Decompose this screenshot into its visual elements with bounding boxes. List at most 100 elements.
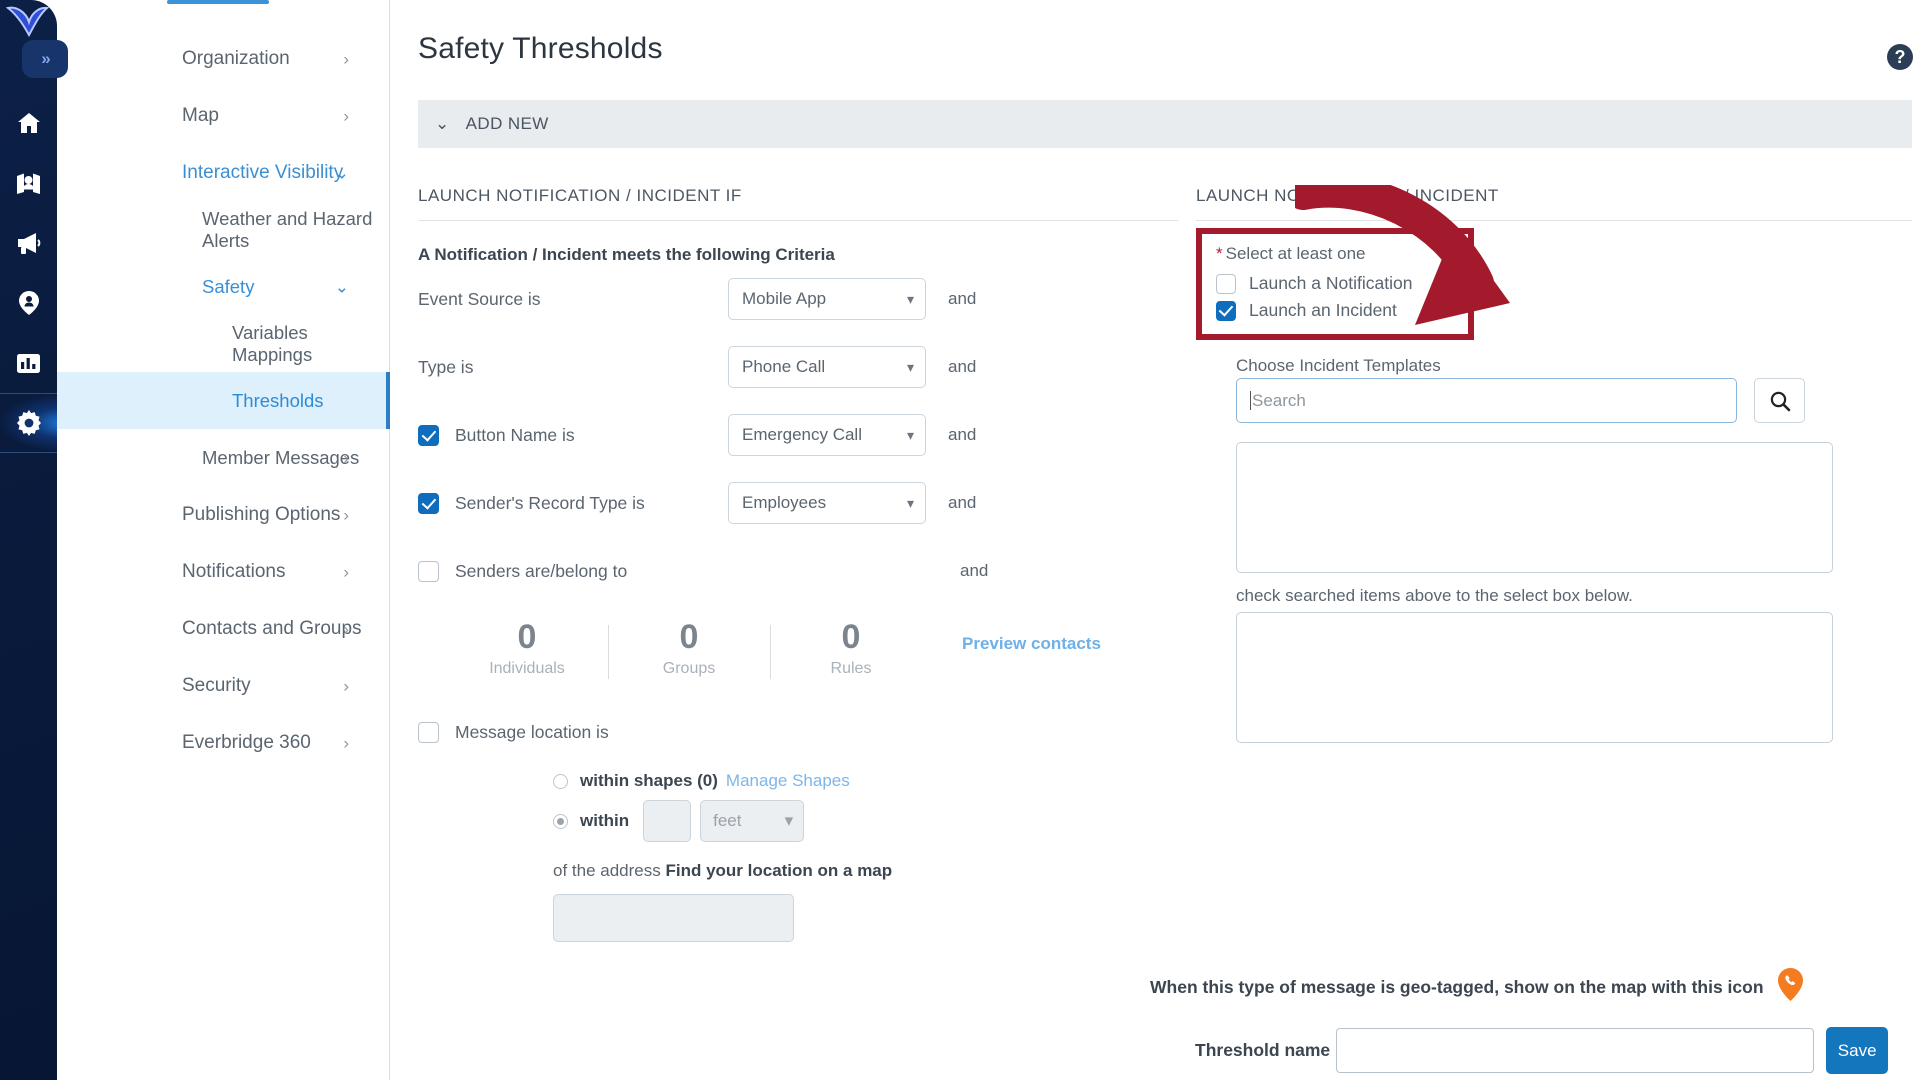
- launch-incident-row: Launch an Incident: [1216, 297, 1456, 324]
- criteria-row-list: Event Source is Mobile App ▾ and Type is Phon…: [418, 265, 1178, 537]
- criteria-select[interactable]: Employees ▾: [728, 482, 926, 524]
- question-mark-help-icon[interactable]: ?: [1887, 44, 1913, 70]
- home-icon[interactable]: [0, 93, 57, 153]
- geo-tag-row: When this type of message is geo-tagged,…: [1150, 968, 1803, 1006]
- gear-icon[interactable]: [0, 393, 57, 453]
- counter-label: Groups: [662, 660, 716, 678]
- criteria-label-group: Sender's Record Type is: [418, 492, 728, 514]
- sidebar-item-thresholds[interactable]: Thresholds: [57, 372, 390, 429]
- manage-shapes-link[interactable]: Manage Shapes: [726, 771, 850, 791]
- criteria-select[interactable]: Emergency Call ▾: [728, 414, 926, 456]
- message-location-checkbox[interactable]: [418, 722, 439, 744]
- sidebar-item-variables-mappings[interactable]: Variables Mappings: [57, 315, 389, 372]
- icon-rail: »: [0, 0, 68, 1080]
- template-results-box[interactable]: [1236, 442, 1833, 573]
- senders-belong-row: Senders are/belong to and: [418, 537, 1178, 605]
- contact-counters: 0 Individuals 0 Groups 0 Rules Preview c…: [418, 618, 1178, 680]
- sidebar-item-label: Everbridge 360: [182, 731, 311, 753]
- sidebar-item-member-messages[interactable]: Member Messages ›: [57, 429, 389, 486]
- chevron-down-icon: ▾: [906, 358, 914, 375]
- criteria-row: Type is Phone Call ▾ and: [418, 333, 1178, 401]
- required-note: * Select at least one: [1216, 244, 1456, 264]
- chevron-right-icon: ›: [343, 106, 349, 125]
- chevron-right-icon: ›: [343, 49, 349, 68]
- map-user-icon[interactable]: [0, 153, 57, 213]
- find-location-link[interactable]: Find your location on a map: [665, 861, 892, 880]
- criteria-section-title: LAUNCH NOTIFICATION / INCIDENT IF: [418, 186, 1178, 221]
- criteria-row: Event Source is Mobile App ▾ and: [418, 265, 1178, 333]
- sidebar-item-safety[interactable]: Safety ⌄: [57, 258, 389, 315]
- and-label: and: [948, 493, 977, 512]
- sidebar-item-label: Publishing Options: [182, 503, 341, 525]
- launch-incident-label: Launch an Incident: [1249, 300, 1397, 320]
- counter-groups: 0 Groups: [608, 618, 770, 680]
- sidebar-item-weather-and-hazard-alerts[interactable]: Weather and Hazard Alerts: [57, 201, 389, 258]
- criteria-select[interactable]: Phone Call ▾: [728, 346, 926, 388]
- criteria-label: Type is: [418, 356, 474, 377]
- form-columns: LAUNCH NOTIFICATION / INCIDENT IF A Noti…: [418, 186, 1912, 943]
- sidebar-item-label: Security: [182, 674, 251, 696]
- launch-notification-checkbox[interactable]: [1216, 273, 1236, 294]
- sidebar-expand-button[interactable]: »: [22, 40, 68, 78]
- counter-value: 0: [841, 618, 861, 656]
- criteria-label: Event Source is: [418, 288, 541, 309]
- criteria-panel: LAUNCH NOTIFICATION / INCIDENT IF A Noti…: [418, 186, 1178, 943]
- message-location-row: Message location is: [418, 722, 1178, 744]
- within-distance-label: within: [580, 811, 630, 831]
- criteria-label-group: Event Source is: [418, 289, 728, 310]
- threshold-name-input[interactable]: [1336, 1028, 1815, 1073]
- sidebar-item-interactive-visibility[interactable]: Interactive Visibility ⌄: [57, 144, 389, 201]
- criteria-row: Button Name is Emergency Call ▾ and: [418, 401, 1178, 469]
- criteria-row: Sender's Record Type is Employees ▾ and: [418, 469, 1178, 537]
- orange-map-pin-phone-icon[interactable]: [1777, 968, 1803, 1006]
- within-distance-radio[interactable]: [553, 813, 568, 829]
- sidebar-item-label: Interactive Visibility: [182, 161, 344, 183]
- megaphone-icon[interactable]: [0, 213, 57, 273]
- sidebar-item-label: Contacts and Groups: [182, 617, 362, 639]
- counter-individuals: 0 Individuals: [446, 618, 608, 678]
- sidebar-item-notifications[interactable]: Notifications ›: [57, 543, 389, 600]
- template-selected-box[interactable]: [1236, 612, 1833, 743]
- distance-unit-select[interactable]: feet ▾: [700, 800, 805, 843]
- chevron-down-icon: ⌄: [334, 277, 349, 296]
- required-star-icon: *: [1216, 244, 1223, 263]
- within-shapes-radio[interactable]: [553, 773, 568, 789]
- template-search-input[interactable]: Search: [1236, 378, 1737, 423]
- threshold-name-row: Threshold name Save: [1195, 1027, 1889, 1074]
- location-pin-person-icon[interactable]: [0, 273, 57, 333]
- template-search-row: Search: [1236, 378, 1805, 423]
- red-highlight-box-annotation: * Select at least one Launch a Notificati…: [1196, 228, 1474, 340]
- chevron-down-icon: ⌄: [435, 114, 450, 133]
- preview-contacts-link[interactable]: Preview contacts: [962, 634, 1101, 654]
- required-note-text: Select at least one: [1225, 244, 1366, 263]
- sidebar-item-publishing-options[interactable]: Publishing Options ›: [57, 486, 389, 543]
- launch-panel: LAUNCH NOTIFICATION / INCIDENT * Select a…: [1196, 186, 1912, 942]
- distance-input[interactable]: [643, 800, 692, 843]
- bar-chart-icon[interactable]: [0, 333, 57, 393]
- sidebar-item-organization[interactable]: Organization ›: [57, 30, 389, 87]
- add-new-label: ADD NEW: [465, 114, 549, 133]
- criteria-select[interactable]: Mobile App ▾: [728, 278, 926, 320]
- location-options: within shapes (0) Manage Shapes within f…: [418, 761, 1178, 943]
- search-button[interactable]: [1754, 378, 1805, 423]
- senders-belong-checkbox[interactable]: [418, 560, 439, 582]
- address-input[interactable]: [553, 894, 794, 943]
- sidebar-item-everbridge-360[interactable]: Everbridge 360 ›: [57, 714, 389, 771]
- sidebar-item-security[interactable]: Security ›: [57, 657, 389, 714]
- launch-incident-checkbox[interactable]: [1216, 300, 1236, 321]
- counter-label: Rules: [830, 660, 872, 678]
- select-box-hint: check searched items above to the select…: [1236, 586, 1633, 605]
- sidebar-item-map[interactable]: Map ›: [57, 87, 389, 144]
- main-content: Safety Thresholds ? ⌄ ADD NEW LAUNCH NOT…: [390, 0, 1920, 1080]
- criteria-checkbox[interactable]: [418, 492, 439, 514]
- senders-belong-label: Senders are/belong to: [455, 560, 628, 581]
- everbridge-logo-icon[interactable]: [4, 2, 50, 40]
- and-label: and: [948, 289, 977, 308]
- criteria-label-group: Button Name is: [418, 424, 728, 446]
- add-new-accordion[interactable]: ⌄ ADD NEW: [418, 100, 1912, 148]
- save-button[interactable]: Save: [1826, 1027, 1889, 1074]
- and-label: and: [960, 561, 989, 580]
- sidebar-nav: Organization › Map › Interactive Visibility ⌄…: [57, 0, 390, 1080]
- sidebar-item-contacts-and-groups[interactable]: Contacts and Groups ›: [57, 600, 389, 657]
- criteria-checkbox[interactable]: [418, 424, 439, 446]
